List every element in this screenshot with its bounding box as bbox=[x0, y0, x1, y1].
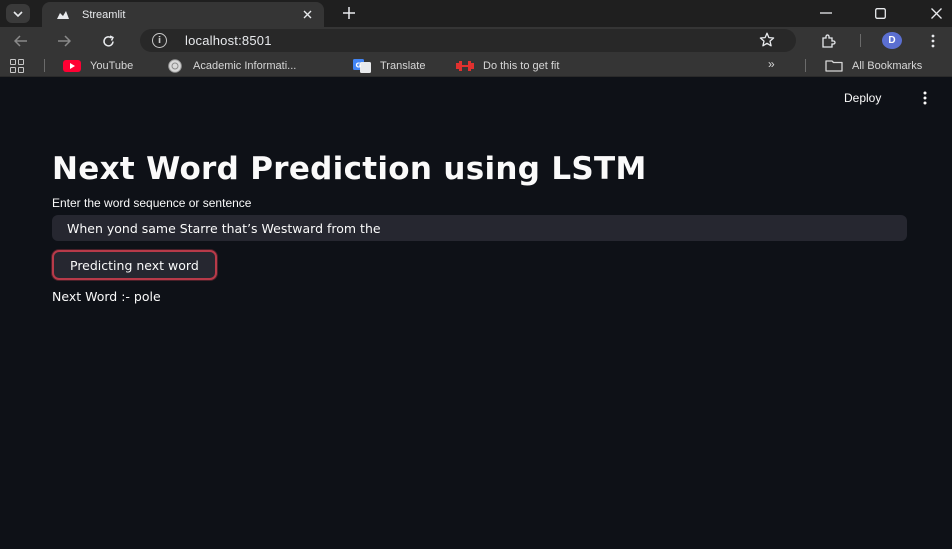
back-icon[interactable] bbox=[11, 31, 31, 51]
url-text: localhost:8501 bbox=[185, 33, 272, 48]
new-tab-icon[interactable] bbox=[340, 4, 358, 22]
fitness-icon bbox=[456, 60, 474, 72]
academic-icon bbox=[166, 58, 184, 73]
chevron-down-icon bbox=[13, 10, 23, 17]
browser-tab[interactable]: Streamlit bbox=[42, 2, 324, 27]
app-menu-icon[interactable] bbox=[918, 89, 932, 107]
streamlit-icon bbox=[56, 9, 70, 21]
tab-search-button[interactable] bbox=[6, 4, 30, 23]
all-bookmarks-button[interactable]: All Bookmarks bbox=[825, 56, 922, 75]
bookmark-academic-information[interactable]: Academic Informati... bbox=[166, 56, 296, 75]
bookmark-do-this-to-get-fit[interactable]: Do this to get fit bbox=[456, 56, 559, 75]
bookmarks-divider bbox=[805, 59, 806, 72]
bookmark-label: YouTube bbox=[90, 59, 134, 72]
toolbar-divider bbox=[860, 34, 861, 47]
prediction-result: Next Word :- pole bbox=[52, 289, 161, 304]
browser-tab-strip: Streamlit bbox=[0, 0, 952, 27]
site-info-icon[interactable]: i bbox=[152, 33, 167, 48]
browser-menu-icon[interactable] bbox=[926, 31, 940, 51]
main-content: Next Word Prediction using LSTM Enter th… bbox=[52, 148, 907, 304]
svg-text:G: G bbox=[356, 61, 362, 69]
deploy-button[interactable]: Deploy bbox=[836, 87, 889, 109]
more-bookmarks-icon[interactable]: » bbox=[768, 57, 775, 71]
forward-icon[interactable] bbox=[54, 31, 74, 51]
word-sequence-input[interactable]: When yond same Starre that’s Westward fr… bbox=[52, 215, 907, 241]
profile-avatar[interactable]: D bbox=[882, 32, 902, 49]
bookmark-label: Academic Informati... bbox=[193, 59, 297, 72]
bookmark-star-icon[interactable] bbox=[758, 31, 776, 49]
close-window-icon[interactable] bbox=[925, 4, 947, 22]
page-title: Next Word Prediction using LSTM bbox=[52, 151, 647, 187]
translate-icon: G bbox=[353, 58, 371, 73]
bookmark-youtube[interactable]: YouTube bbox=[63, 56, 133, 75]
address-bar[interactable]: i localhost:8501 bbox=[140, 29, 796, 52]
tab-title: Streamlit bbox=[82, 8, 126, 21]
folder-icon bbox=[825, 60, 843, 72]
apps-grid-icon[interactable] bbox=[10, 59, 26, 73]
reload-icon[interactable] bbox=[98, 31, 118, 51]
streamlit-app: Deploy Next Word Prediction using LSTM E… bbox=[0, 78, 952, 549]
bookmarks-divider bbox=[44, 59, 45, 72]
bookmark-label: Do this to get fit bbox=[483, 59, 560, 72]
close-tab-icon[interactable] bbox=[300, 7, 314, 21]
youtube-icon bbox=[63, 59, 81, 72]
minimize-icon[interactable] bbox=[815, 4, 837, 22]
bookmark-label: Translate bbox=[380, 59, 426, 72]
predict-button[interactable]: Predicting next word bbox=[52, 250, 217, 280]
maximize-icon[interactable] bbox=[869, 4, 891, 22]
input-label: Enter the word sequence or sentence bbox=[52, 196, 252, 210]
browser-toolbar: i localhost:8501 D bbox=[0, 27, 952, 54]
extensions-icon[interactable] bbox=[818, 31, 838, 51]
bookmark-label: All Bookmarks bbox=[852, 59, 923, 72]
bookmarks-bar: YouTube Academic Informati... G Translat… bbox=[0, 54, 952, 77]
bookmark-translate[interactable]: G Translate bbox=[353, 56, 425, 75]
